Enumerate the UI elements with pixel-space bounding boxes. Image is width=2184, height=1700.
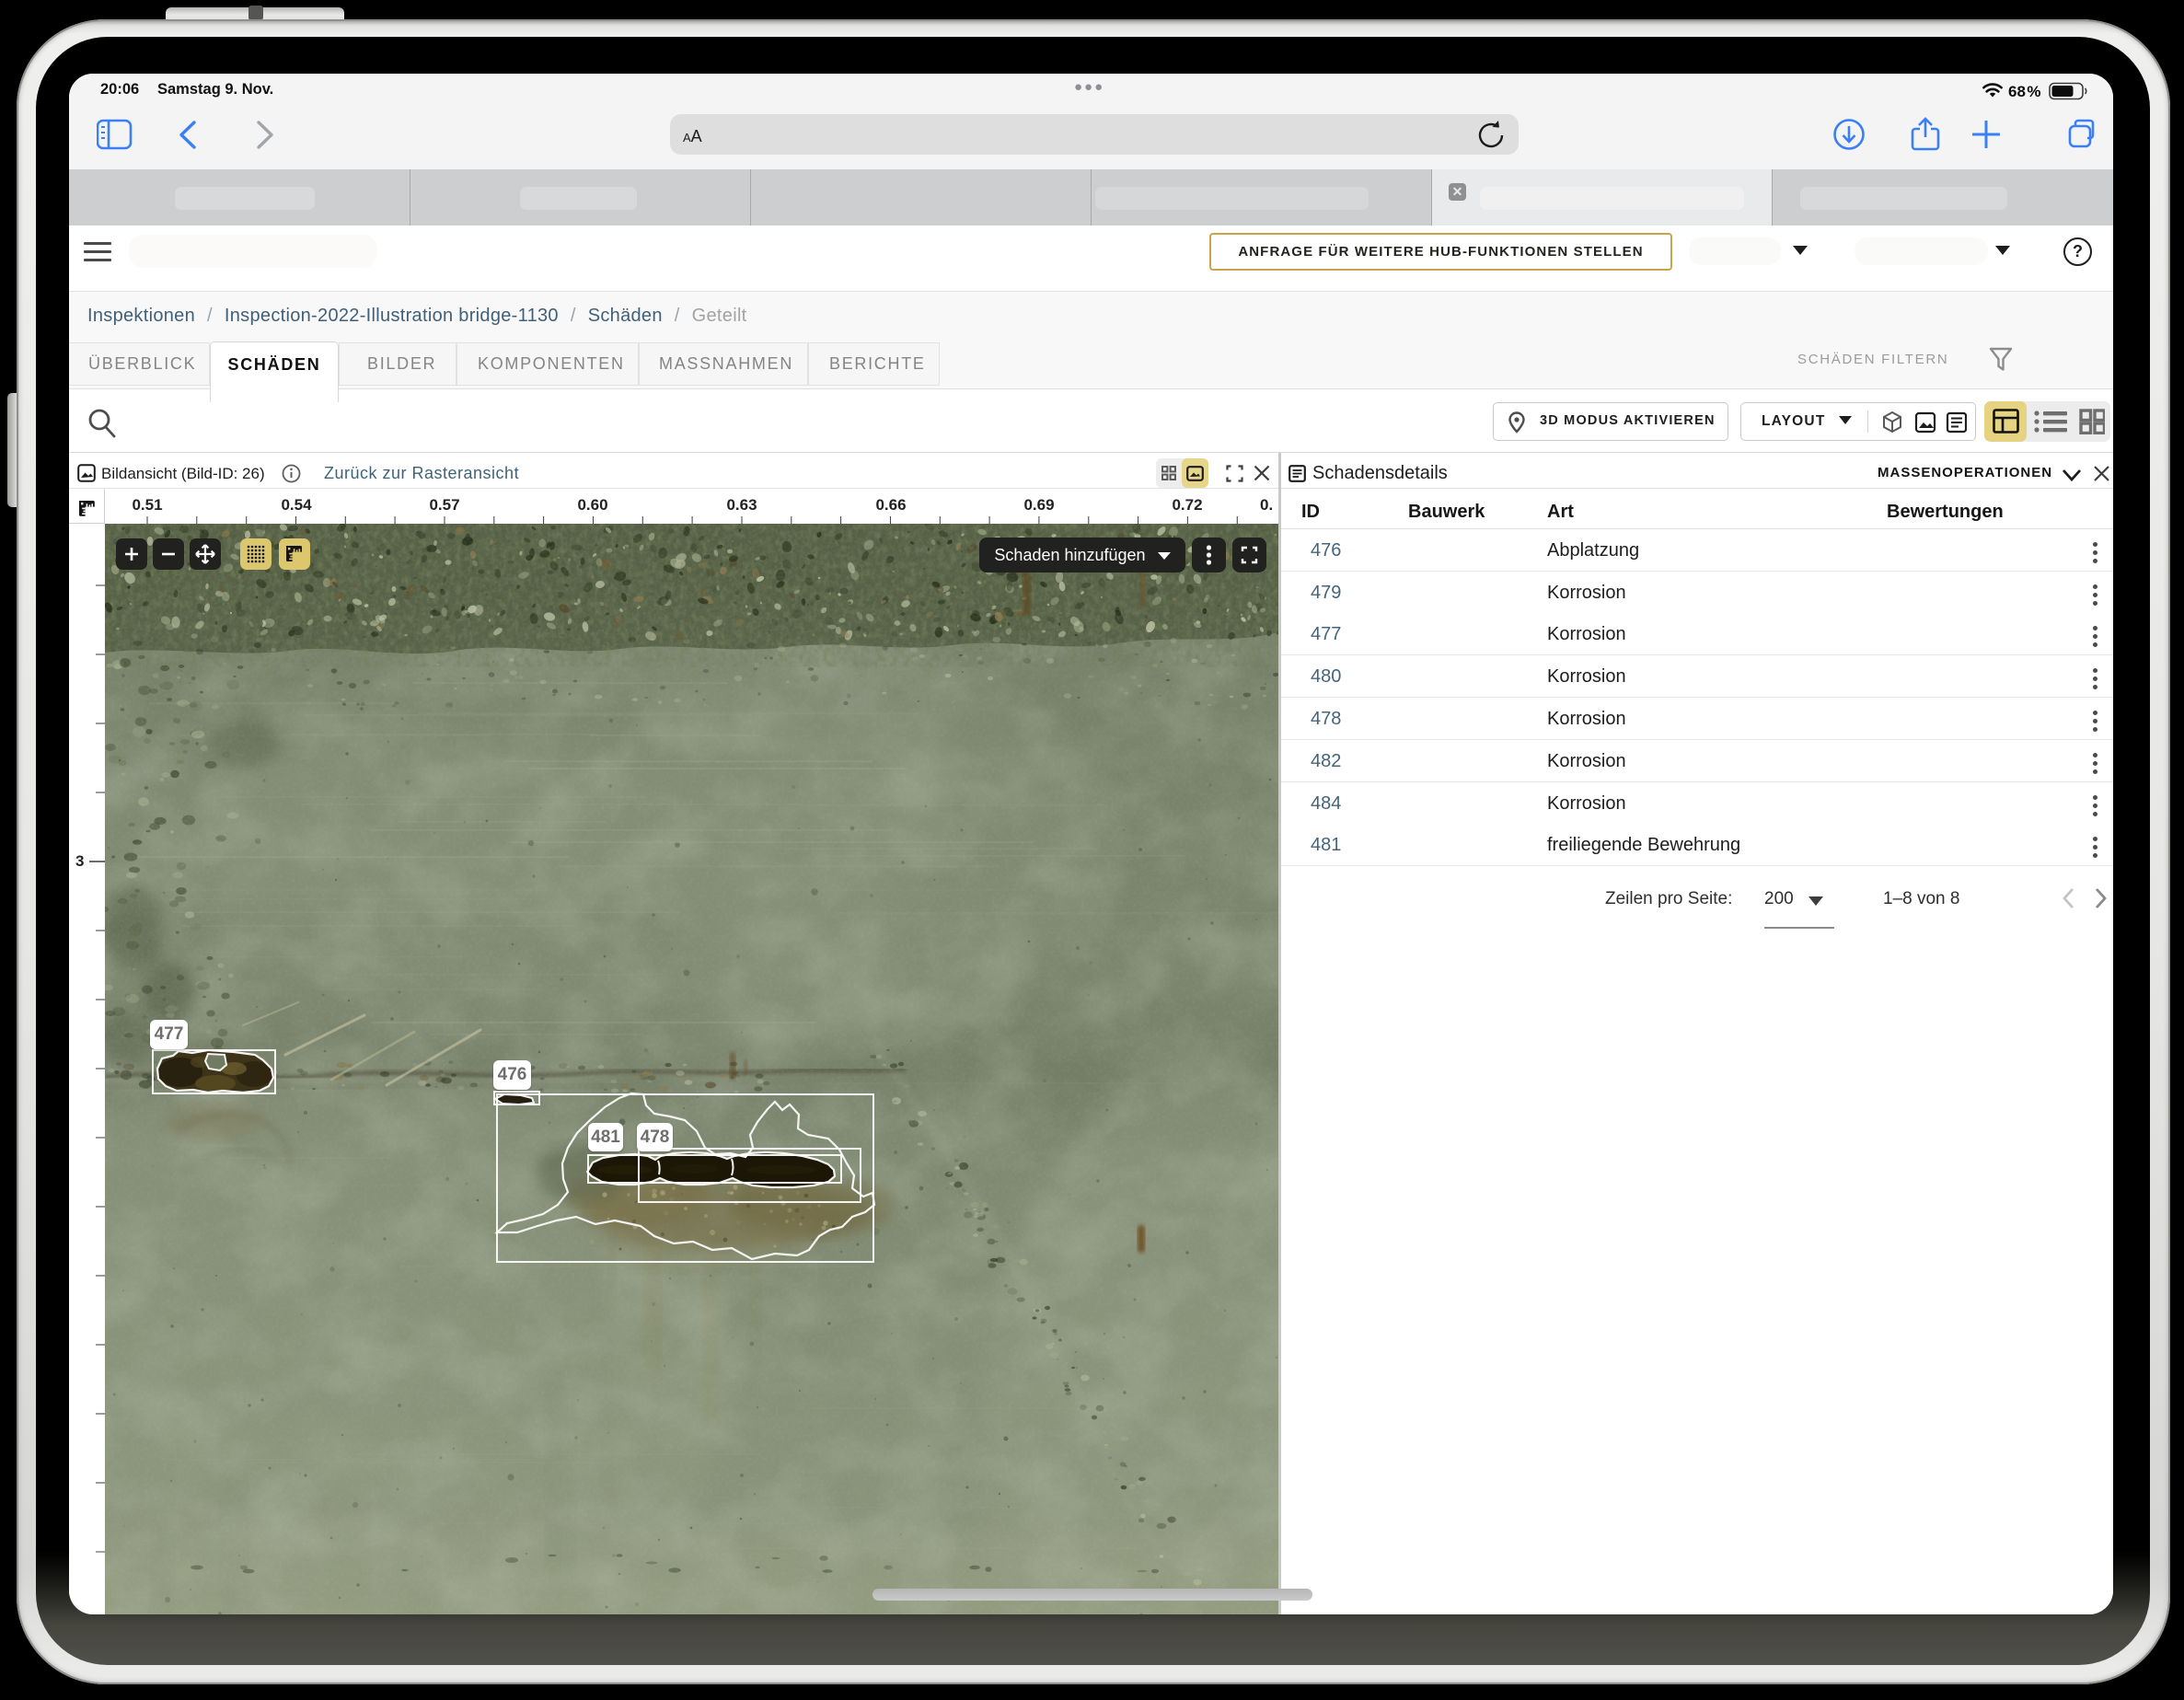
svg-text:68 %: 68 % — [2008, 83, 2040, 100]
